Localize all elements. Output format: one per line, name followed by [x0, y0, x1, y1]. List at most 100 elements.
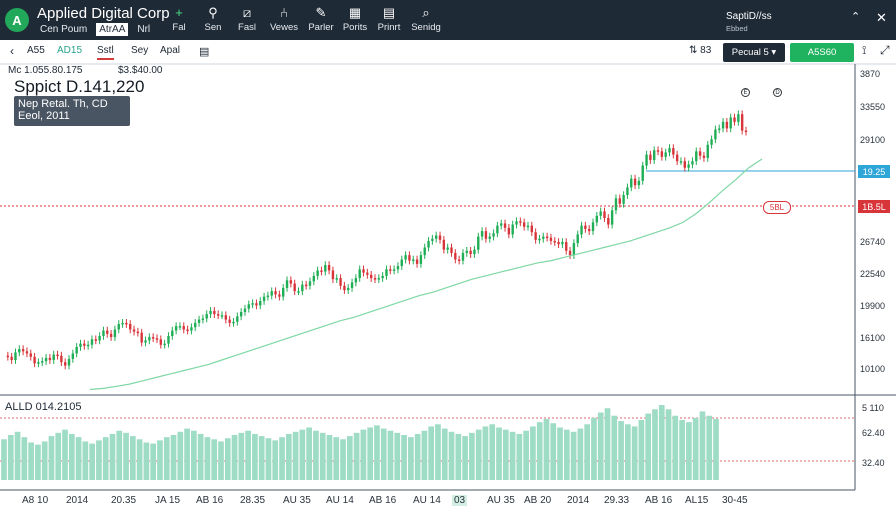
- volume-bar: [611, 415, 618, 480]
- volume-bar: [272, 440, 279, 480]
- candle-down: [106, 330, 109, 334]
- candle-down: [565, 242, 568, 251]
- trading-app: A Applied Digital Corp Cen Poum AtrAA Nr…: [0, 0, 896, 512]
- volume-bar: [7, 435, 14, 480]
- candle-up: [377, 278, 381, 280]
- candle-down: [366, 272, 369, 275]
- candle-down: [618, 198, 621, 204]
- volume-bar: [333, 437, 340, 480]
- candle-up: [737, 114, 740, 122]
- candle-down: [744, 130, 748, 133]
- volume-bar: [143, 442, 150, 480]
- candle-up: [102, 330, 105, 336]
- candle-down: [186, 329, 189, 331]
- date-label: AB 20: [524, 495, 552, 506]
- volume-bar: [129, 436, 136, 480]
- volume-bar: [177, 431, 184, 480]
- candle-down: [373, 278, 377, 280]
- candle-down: [216, 314, 220, 316]
- candle-down: [320, 270, 323, 272]
- volume-bar: [516, 433, 523, 480]
- candle-up: [209, 310, 212, 315]
- volume-bar: [150, 443, 157, 480]
- volume-bar: [530, 426, 536, 480]
- date-label-highlight: 03: [452, 495, 468, 506]
- candle-up: [113, 329, 117, 338]
- date-label: AL15: [685, 495, 709, 506]
- volume-bar: [367, 427, 374, 480]
- volume-bar: [441, 428, 448, 480]
- candle-up: [178, 326, 182, 328]
- candle-up: [174, 326, 178, 331]
- candle-up: [335, 278, 338, 280]
- candle-down: [155, 338, 159, 340]
- date-label: 2014: [567, 495, 590, 506]
- candle-down: [584, 225, 587, 229]
- candle-down: [48, 357, 52, 361]
- candle-down: [534, 232, 537, 240]
- volume-bar: [496, 427, 502, 480]
- event-marker[interactable]: E: [741, 88, 750, 97]
- volume-bar: [645, 413, 652, 480]
- candle-up: [718, 128, 721, 130]
- candle-up: [18, 349, 21, 353]
- price-axis-label: 10100: [860, 364, 886, 374]
- candle-up: [526, 225, 530, 228]
- candle-up: [687, 164, 690, 168]
- candle-down: [450, 247, 453, 253]
- candle-down: [109, 333, 113, 338]
- volume-bar: [509, 431, 516, 480]
- candle-up: [576, 234, 579, 244]
- price-readout: $3.$40.00: [118, 65, 163, 76]
- volume-bar: [35, 444, 41, 480]
- volume-bar: [435, 424, 441, 480]
- candle-up: [52, 354, 55, 361]
- volume-bar: [462, 436, 468, 480]
- candle-down: [408, 255, 411, 261]
- candle-up: [610, 210, 614, 225]
- candle-up: [236, 316, 239, 322]
- candle-down: [327, 264, 331, 271]
- volume-bar: [258, 436, 265, 480]
- candle-up: [90, 339, 94, 345]
- info-box: Nep Retal. Th, CD Eeol, 2011: [14, 96, 130, 126]
- candle-down: [675, 154, 679, 162]
- candle-up: [465, 250, 468, 253]
- candle-down: [553, 240, 556, 243]
- volume-bar: [421, 430, 428, 480]
- candle-down: [293, 283, 296, 292]
- volume-axis-label: 5 110: [862, 403, 884, 413]
- candle-down: [660, 151, 664, 157]
- volume-bar: [543, 418, 550, 480]
- candle-up: [205, 314, 208, 319]
- date-label: AU 35: [487, 495, 515, 506]
- candle-up: [511, 224, 514, 235]
- candle-up: [434, 235, 438, 239]
- volume-bar: [313, 430, 319, 480]
- volume-bar: [380, 428, 387, 480]
- volume-bar: [591, 417, 597, 480]
- volume-bar: [157, 440, 163, 480]
- candle-down: [545, 236, 549, 239]
- candle-down: [63, 362, 67, 366]
- volume-bar: [319, 432, 326, 480]
- candle-up: [595, 215, 599, 223]
- event-marker[interactable]: D: [773, 88, 782, 97]
- volume-bar: [408, 437, 414, 480]
- date-label: 30-45: [722, 495, 748, 506]
- candle-down: [457, 259, 461, 262]
- volume-bar: [211, 439, 218, 480]
- volume-bar: [550, 423, 557, 480]
- volume-bar: [631, 426, 638, 480]
- alert-bubble[interactable]: 5BL: [763, 201, 791, 214]
- candle-up: [117, 323, 120, 330]
- price-axis-label: 3870: [860, 69, 881, 79]
- volume-bar: [387, 430, 394, 480]
- candle-up: [580, 225, 583, 235]
- volume-bar: [699, 411, 706, 480]
- candle-up: [144, 340, 147, 343]
- volume-bar: [428, 426, 435, 480]
- volume-bar: [706, 415, 713, 480]
- candle-down: [33, 356, 36, 364]
- volume-bar: [597, 412, 604, 480]
